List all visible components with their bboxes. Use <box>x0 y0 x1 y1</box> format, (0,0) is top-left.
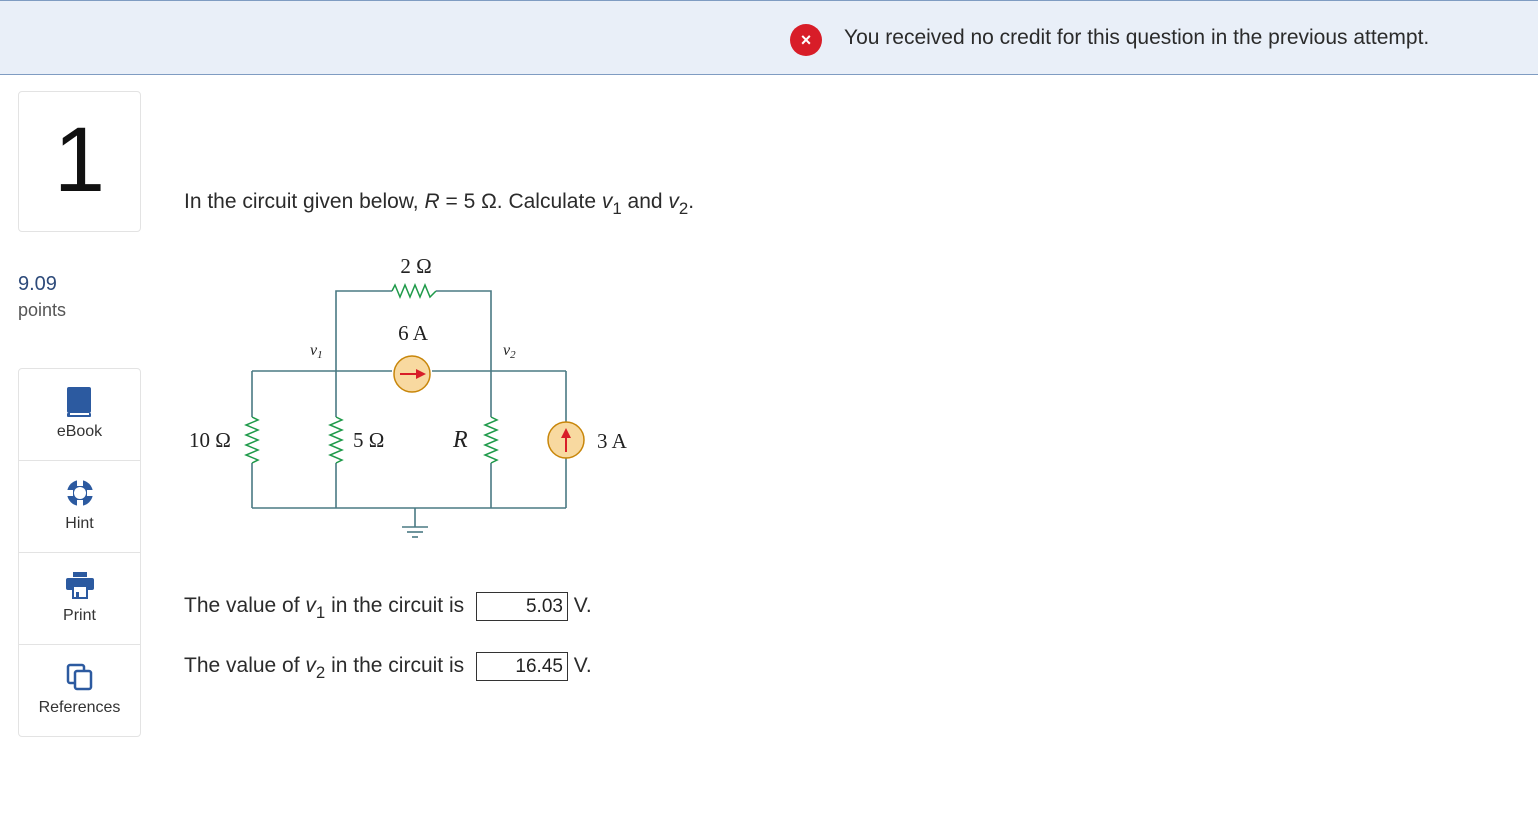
print-button[interactable]: Print <box>19 553 140 645</box>
answer-v1-unit: V. <box>567 594 592 618</box>
label-5ohm: 5 Ω <box>353 428 384 452</box>
lifebuoy-icon <box>66 479 94 507</box>
hint-button[interactable]: Hint <box>19 461 140 553</box>
answer-v1-line: The value of v1 in the circuit is 5.03 V… <box>184 592 592 623</box>
question-r-value: = 5 Ω. Calculate <box>439 190 602 213</box>
printer-icon <box>66 572 94 599</box>
label-2ohm: 2 Ω <box>400 254 431 278</box>
answer-v1-var: v <box>305 594 316 618</box>
label-6a: 6 A <box>398 321 429 345</box>
label-3a: 3 A <box>597 429 628 453</box>
question-tools: eBook Hint Print References <box>18 368 141 737</box>
question-v1-sub: 1 <box>612 198 622 218</box>
copy-icon <box>66 663 93 691</box>
label-R: R <box>452 427 468 453</box>
references-button[interactable]: References <box>19 645 140 737</box>
question-number-card: 1 <box>18 91 141 232</box>
answer-v2-input[interactable]: 16.45 <box>475 652 568 681</box>
answer-v2-middle: in the circuit is <box>325 654 470 678</box>
feedback-message: You received no credit for this question… <box>844 26 1430 49</box>
points-value: 9.09 <box>18 273 57 295</box>
question-suffix: . <box>688 190 695 213</box>
answer-v2-sub: 2 <box>315 662 326 682</box>
resistor-10ohm <box>244 416 260 464</box>
x-circle-icon: × <box>790 24 822 56</box>
question-and: and <box>621 190 669 213</box>
resistor-5ohm <box>328 416 344 464</box>
ebook-button[interactable]: eBook <box>19 369 140 461</box>
book-icon <box>67 387 91 417</box>
circuit-diagram: 2 Ω 6 A v1 v2 10 Ω 5 Ω R 3 A <box>189 254 628 538</box>
question-number: 1 <box>53 109 106 211</box>
current-source-6a <box>393 355 431 393</box>
label-v2: v2 <box>503 342 516 361</box>
answer-v2-unit: V. <box>567 654 592 678</box>
answer-v2-prefix: The value of <box>184 654 306 678</box>
answer-v1-sub: 1 <box>315 602 326 622</box>
question-prefix: In the circuit given below, <box>184 190 425 213</box>
answer-v1-prefix: The value of <box>184 594 306 618</box>
points-label: points <box>18 300 67 320</box>
ebook-label: eBook <box>56 423 103 440</box>
question-r-var: R <box>424 190 440 213</box>
resistor-2ohm <box>391 283 437 299</box>
question-v1-var: v <box>601 190 613 213</box>
label-v1: v1 <box>310 342 323 361</box>
print-label: Print <box>63 607 96 624</box>
answer-v1-middle: in the circuit is <box>325 594 470 618</box>
references-label: References <box>38 699 121 716</box>
question-text: In the circuit given below, R = 5 Ω. Cal… <box>184 190 694 219</box>
question-v2-var: v <box>668 190 679 213</box>
label-10ohm: 10 Ω <box>189 428 231 452</box>
feedback-banner: × You received no credit for this questi… <box>0 0 1538 75</box>
answer-v1-input[interactable]: 5.03 <box>475 592 568 621</box>
answer-v2-var: v <box>305 654 316 678</box>
resistor-R <box>483 416 499 464</box>
answer-v2-line: The value of v2 in the circuit is 16.45 … <box>184 652 592 683</box>
question-v2-sub: 2 <box>678 198 689 218</box>
hint-label: Hint <box>65 515 94 532</box>
current-source-3a <box>547 421 585 459</box>
